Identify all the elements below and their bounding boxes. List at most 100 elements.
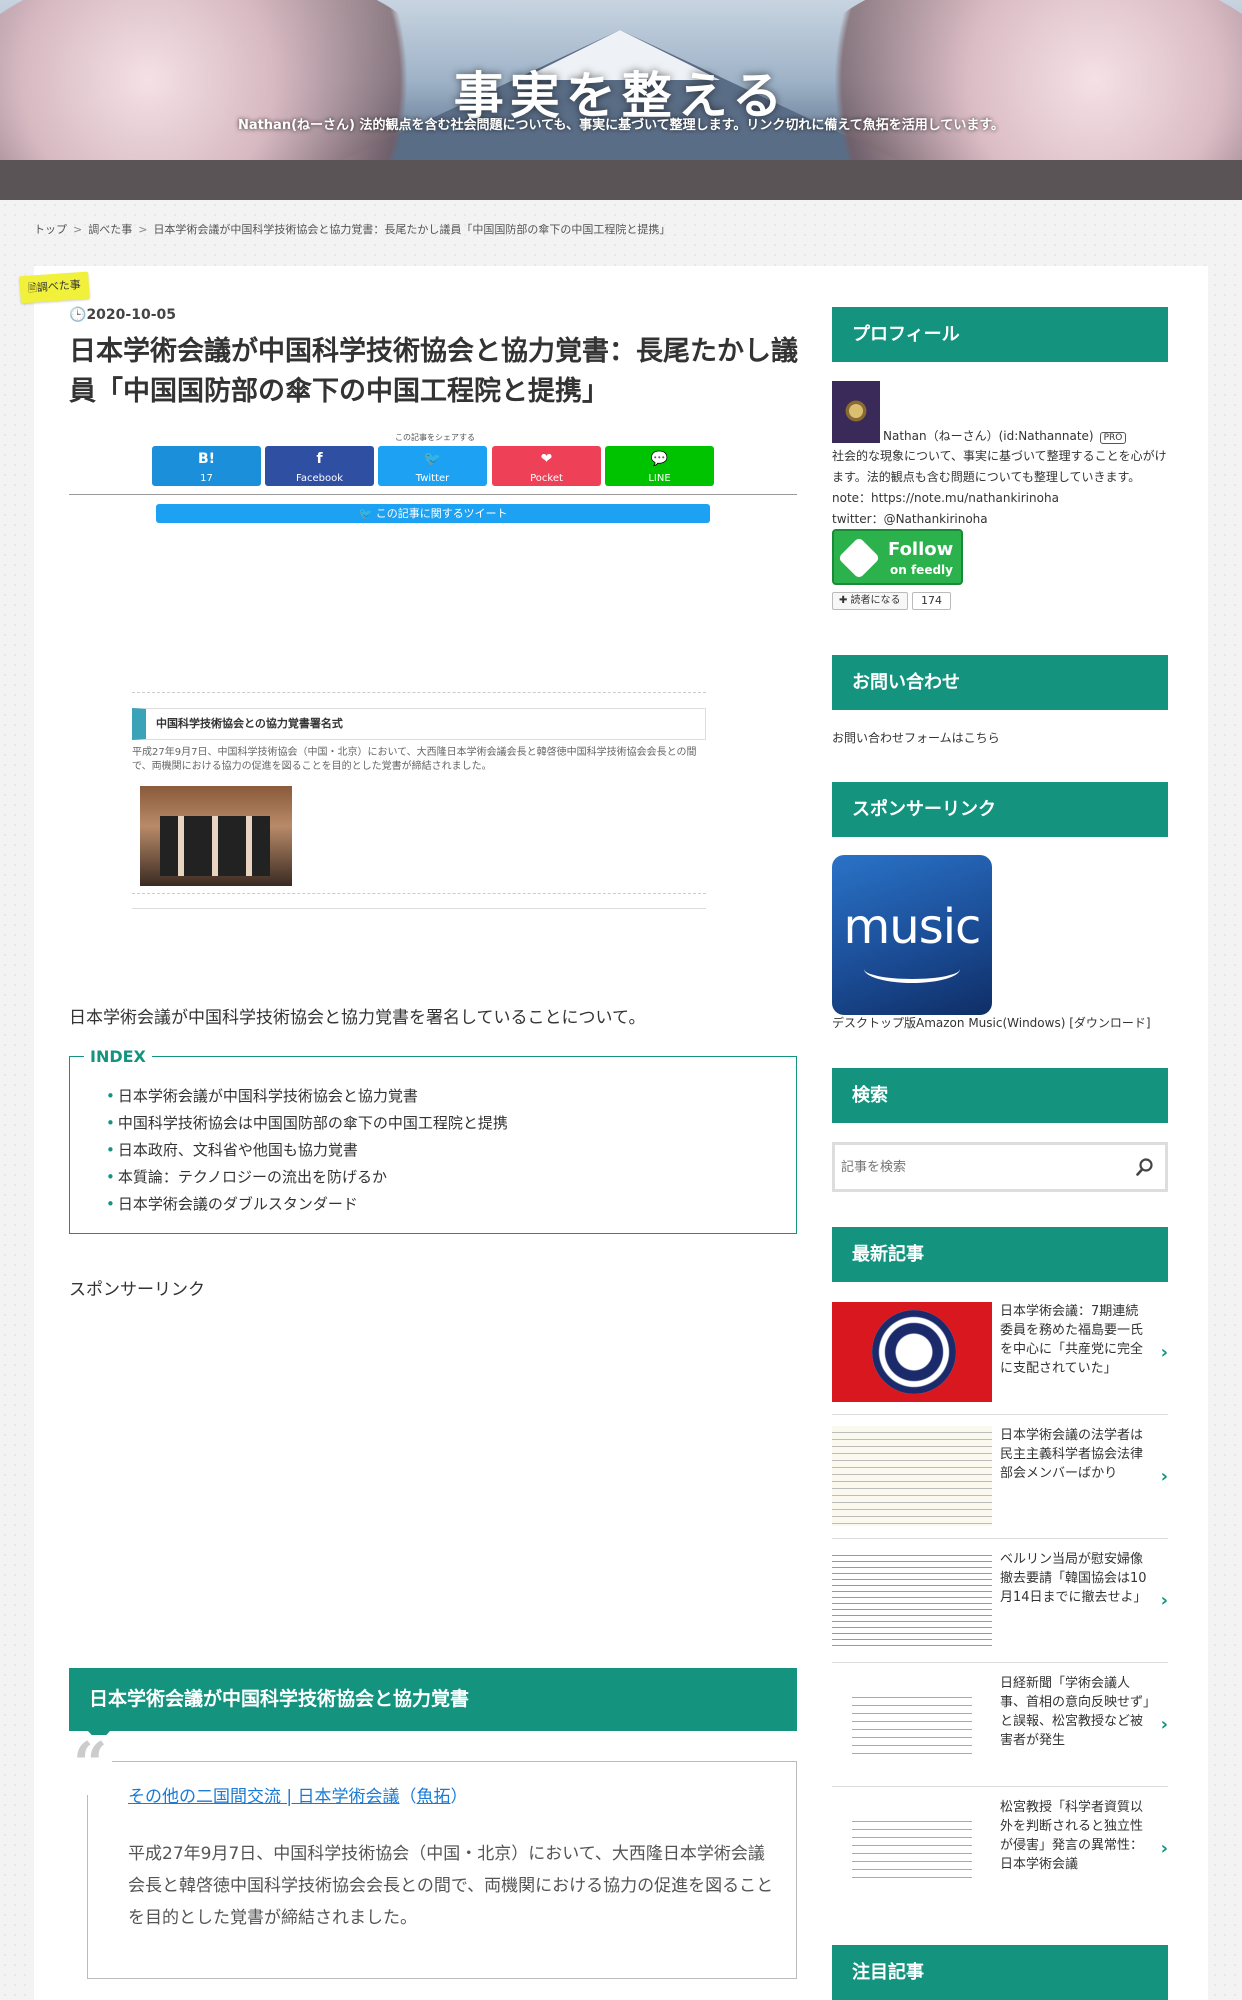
share-line-button[interactable]: 💬 LINE — [605, 446, 714, 486]
feedly-follow-label: Follow — [888, 539, 954, 560]
featured-widget-title: 注目記事 — [832, 1945, 1168, 2000]
share-pocket-button[interactable]: ❤ Pocket — [492, 446, 601, 486]
line-icon: 💬 — [650, 451, 669, 467]
quote-source: その他の二国間交流 | 日本学術会議（魚拓） — [128, 1782, 468, 1807]
breadcrumb-top[interactable]: トップ — [34, 221, 67, 237]
toc-item[interactable]: 日本学術会議のダブルスタンダード — [106, 1191, 508, 1218]
section-heading: 日本学術会議が中国科学技術協会と協力覚書 — [69, 1668, 797, 1731]
article-title[interactable]: 日本学術会議が中国科学技術協会と協力覚書：長尾たかし議員「中国国防部の傘下の中国… — [69, 332, 799, 412]
toc-item[interactable]: 本質論：テクノロジーの流出を防げるか — [106, 1164, 508, 1191]
search-icon[interactable] — [1135, 1157, 1155, 1177]
paren-close: ） — [450, 1787, 468, 1807]
share-facebook-button[interactable]: f Facebook — [265, 446, 374, 486]
amazon-music-ad[interactable]: music — [832, 855, 992, 1015]
pocket-label: Pocket — [530, 473, 563, 484]
chevron-right-icon: › — [1160, 1714, 1168, 1735]
divider — [832, 1662, 1168, 1663]
breadcrumb-separator: > — [138, 223, 148, 236]
recent-post-title: 日本学術会議の法学者は民主主義科学者協会法律部会メンバーばかり — [1000, 1428, 1144, 1481]
search-widget-title: 検索 — [832, 1068, 1168, 1123]
search-input[interactable] — [841, 1153, 1121, 1181]
blockquote: その他の二国間交流 | 日本学術会議（魚拓） 平成27年9月7日、中国科学技術協… — [87, 1761, 797, 1979]
post-date-text: 2020-10-05 — [86, 307, 176, 323]
profile-twitter: twitter：@Nathankirinoha — [832, 512, 988, 526]
german-document-thumbnail — [832, 1550, 992, 1650]
post-date: 🕒2020-10-05 — [69, 307, 176, 323]
amazon-music-logo: music — [843, 899, 982, 955]
table-of-contents: INDEX 日本学術会議が中国科学技術協会と協力覚書 中国科学技術協会は中国国防… — [69, 1047, 797, 1234]
avatar[interactable] — [832, 381, 880, 443]
pocket-icon: ❤ — [540, 451, 553, 467]
recent-post[interactable]: 日経新聞「学術会議人事、首相の意向反映せず」と誤報、松宮教授など被害者が発生 › — [832, 1674, 1172, 1787]
toc-list: 日本学術会議が中国科学技術協会と協力覚書 中国科学技術協会は中国国防部の傘下の中… — [106, 1083, 508, 1218]
embed-text: 平成27年9月7日、中国科学技術協会（中国・北京）において、大西隆日本学術会議会… — [132, 747, 697, 772]
recent-post-title: 日本学術会議：7期連続委員を務めた福島要一氏を中心に「共産党に完全に支配されてい… — [1000, 1304, 1144, 1376]
facebook-icon: f — [316, 451, 323, 467]
tweet-screenshot-thumbnail — [832, 1798, 992, 1898]
amazon-music-caption[interactable]: デスクトップ版Amazon Music(Windows) [ダウンロード] — [832, 1014, 1151, 1031]
related-tweets-button[interactable]: 🐦 この記事に関するツイート — [156, 504, 710, 523]
signing-ceremony-photo — [140, 786, 292, 886]
breadcrumb-current: 日本学術会議が中国科学技術協会と協力覚書：長尾たかし議員「中国国防部の傘下の中国… — [153, 223, 671, 236]
toc-item[interactable]: 日本学術会議が中国科学技術協会と協力覚書 — [106, 1083, 508, 1110]
divider — [832, 1414, 1168, 1415]
quote-text: 平成27年9月7日、中国科学技術協会（中国・北京）において、大西隆日本学術会議会… — [128, 1844, 774, 1928]
sponsor-widget-title: スポンサーリンク — [832, 782, 1168, 837]
sponsor-label: スポンサーリンク — [69, 1280, 205, 1300]
science-council-seal-thumbnail — [832, 1302, 992, 1402]
paren-open: （ — [399, 1787, 417, 1807]
line-label: LINE — [648, 473, 671, 484]
toc-item[interactable]: 中国科学技術協会は中国国防部の傘下の中国工程院と提携 — [106, 1110, 508, 1137]
contact-form-link[interactable]: お問い合わせフォームはこちら — [832, 729, 1000, 746]
toc-item[interactable]: 日本政府、文科省や他国も協力覚書 — [106, 1137, 508, 1164]
embedded-screenshot: 中国科学技術協会との協力覚書署名式 平成27年9月7日、中国科学技術協会（中国・… — [132, 692, 706, 910]
divider — [832, 1786, 1168, 1787]
contact-widget-title: お問い合わせ — [832, 655, 1168, 710]
divider — [132, 692, 706, 693]
feedly-follow-button[interactable]: Follow on feedly — [832, 529, 963, 585]
search-box — [832, 1142, 1168, 1192]
recent-post-title: 日経新聞「学術会議人事、首相の意向反映せず」と誤報、松宮教授など被害者が発生 — [1000, 1676, 1150, 1748]
share-twitter-button[interactable]: 🐦 Twitter — [378, 446, 487, 486]
hatena-count: 17 — [200, 473, 213, 484]
chevron-right-icon: › — [1160, 1590, 1168, 1611]
category-badge[interactable]: 🗎調べた事 — [19, 271, 90, 304]
gyotaku-link[interactable]: 魚拓 — [417, 1787, 451, 1807]
tweet-screenshot-thumbnail — [832, 1674, 992, 1774]
recent-posts-widget-title: 最新記事 — [832, 1227, 1168, 1282]
share-hatena-button[interactable]: B! 17 — [152, 446, 261, 486]
source-link[interactable]: その他の二国間交流 | 日本学術会議 — [128, 1787, 400, 1807]
breadcrumb-separator: > — [73, 223, 83, 236]
hatena-bookmark-icon: B! — [197, 451, 216, 467]
site-description: Nathan(ねーさん) 法的観点を含む社会問題についても、事実に基づいて整理し… — [237, 118, 1005, 133]
document-thumbnail — [832, 1426, 992, 1526]
recent-post-title: 松宮教授「科学者資質以外を判断されると独立性が侵害」発言の異常性：日本学術会議 — [1000, 1800, 1144, 1872]
subscriber-count: 174 — [912, 592, 951, 610]
chevron-right-icon: › — [1160, 1466, 1168, 1487]
profile-widget-title: プロフィール — [832, 307, 1168, 362]
twitter-icon: 🐦 — [423, 451, 442, 467]
chevron-right-icon: › — [1160, 1838, 1168, 1859]
recent-post[interactable]: ベルリン当局が慰安婦像撤去要請「韓国協会は10月14日までに撤去せよ」 › — [832, 1550, 1172, 1663]
amazon-smile-icon — [864, 955, 960, 983]
intro-paragraph: 日本学術会議が中国科学技術協会と協力覚書を署名していることについて。 — [69, 1008, 646, 1028]
divider — [132, 893, 706, 894]
recent-post[interactable]: 日本学術会議：7期連続委員を務めた福島要一氏を中心に「共産党に完全に支配されてい… — [832, 1302, 1172, 1415]
share-label: この記事をシェアする — [395, 433, 475, 442]
profile-name[interactable]: Nathan（ねーさん）(id:Nathannate) PRO — [883, 427, 1127, 444]
category-label: 調べた事 — [36, 278, 82, 295]
town-silhouette — [0, 160, 1242, 200]
chevron-right-icon: › — [1160, 1342, 1168, 1363]
recent-post[interactable]: 日本学術会議の法学者は民主主義科学者協会法律部会メンバーばかり › — [832, 1426, 1172, 1539]
profile-bio-text: 社会的な現象について、事実に基づいて整理することを心がけます。法的観点も含む問題… — [832, 449, 1167, 484]
subscribe-button[interactable]: ✚ 読者になる — [832, 592, 908, 610]
recent-post[interactable]: 松宮教授「科学者資質以外を判断されると独立性が侵害」発言の異常性：日本学術会議 … — [832, 1798, 1172, 1898]
breadcrumb-category[interactable]: 調べた事 — [88, 221, 132, 237]
divider — [132, 908, 706, 909]
feedly-icon — [837, 536, 881, 580]
embed-heading: 中国科学技術協会との協力覚書署名式 — [132, 708, 706, 740]
clock-icon: 🕒 — [69, 307, 87, 323]
twitter-label: Twitter — [415, 473, 450, 484]
profile-note: note：https://note.mu/nathankirinoha — [832, 491, 1059, 505]
quote-icon: “ — [69, 1735, 112, 1795]
